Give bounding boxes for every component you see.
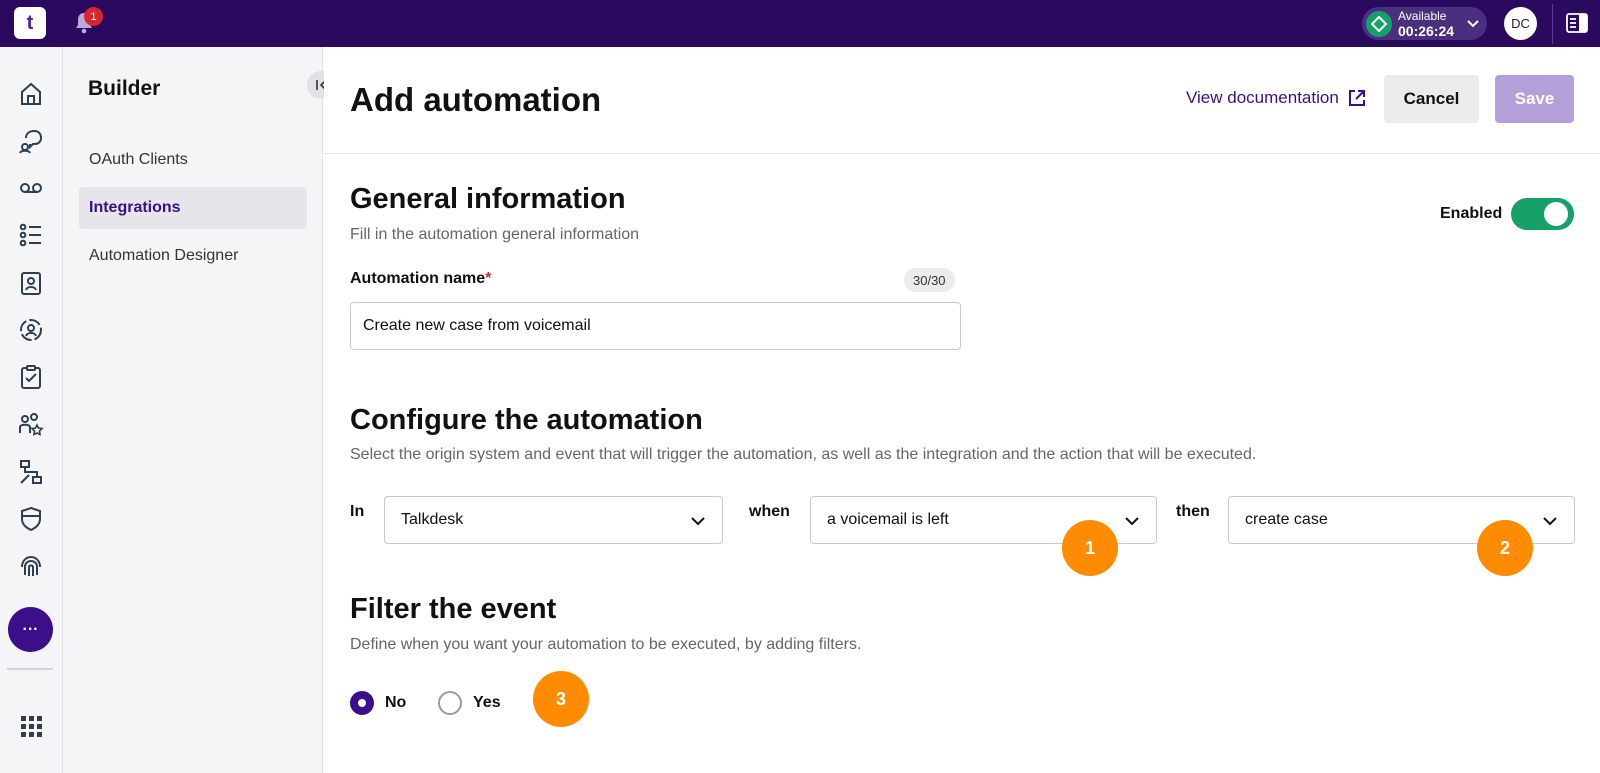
enabled-toggle[interactable] (1511, 198, 1574, 230)
automation-name-input[interactable] (350, 302, 961, 350)
sidebar-item-oauth-clients[interactable]: OAuth Clients (79, 139, 307, 181)
chevron-down-icon (691, 517, 705, 526)
filter-option-yes[interactable]: Yes (438, 691, 501, 715)
conversations-icon[interactable] (18, 128, 44, 154)
agent-status-selector[interactable]: Available 00:26:24 (1362, 7, 1487, 40)
status-label: Available (1398, 9, 1447, 23)
sidebar-title: Builder (88, 77, 161, 100)
main-content: Add automation View documentation Cancel… (324, 47, 1600, 773)
available-status-icon (1366, 11, 1392, 37)
home-icon[interactable] (18, 81, 44, 107)
avatar[interactable]: DC (1504, 7, 1537, 40)
sidebar-item-label: Integrations (89, 199, 181, 216)
external-link-icon (1348, 90, 1365, 106)
enabled-label: Enabled (1440, 205, 1503, 222)
view-documentation-link[interactable]: View documentation (1186, 88, 1367, 108)
action-value: create case (1245, 511, 1328, 528)
chevron-down-icon (1125, 517, 1139, 526)
origin-system-value: Talkdesk (401, 511, 464, 528)
step-marker-3: 3 (533, 671, 589, 727)
origin-system-select[interactable]: Talkdesk (384, 496, 723, 544)
filter-section-title: Filter the event (350, 593, 557, 625)
talkdesk-logo[interactable]: t (14, 7, 46, 39)
fingerprint-icon[interactable] (18, 553, 44, 579)
configure-section-subtitle: Select the origin system and event that … (350, 446, 1257, 463)
topbar-divider (1552, 4, 1553, 44)
in-label: In (350, 503, 365, 520)
notification-badge: 1 (84, 7, 103, 26)
character-counter: 30/30 (904, 268, 955, 292)
then-label: then (1176, 503, 1210, 520)
step-marker-1: 1 (1062, 520, 1118, 576)
list-icon[interactable] (18, 222, 44, 248)
rail-divider (7, 668, 53, 670)
doc-link-label: View documentation (1186, 88, 1339, 107)
cancel-button[interactable]: Cancel (1384, 75, 1479, 123)
filter-section-subtitle: Define when you want your automation to … (350, 636, 862, 653)
automation-name-label: Automation name* (350, 270, 492, 287)
sidebar-item-label: Automation Designer (89, 247, 239, 264)
workflow-icon[interactable] (18, 459, 44, 485)
configure-section-title: Configure the automation (350, 404, 703, 436)
app-grid-icon[interactable] (18, 713, 44, 739)
contacts-icon[interactable] (18, 270, 44, 296)
save-button[interactable]: Save (1495, 75, 1574, 123)
header-divider (324, 153, 1600, 154)
toggle-knob (1544, 202, 1568, 226)
chevron-down-icon (1543, 517, 1557, 526)
sidebar-item-integrations[interactable]: Integrations (79, 187, 307, 229)
tasks-icon[interactable] (18, 364, 44, 390)
teams-icon[interactable] (18, 411, 44, 437)
general-section-title: General information (350, 183, 626, 215)
required-marker: * (485, 270, 492, 287)
radio-label: Yes (473, 694, 501, 711)
chevron-down-icon (1467, 20, 1479, 28)
radio-label: No (385, 694, 407, 711)
top-bar: t 1 Available 00:26:24 DC (0, 0, 1600, 47)
page-title: Add automation (350, 81, 602, 118)
more-apps-button[interactable]: ··· (8, 607, 53, 652)
trigger-event-value: a voicemail is left (827, 511, 949, 528)
sidebar-item-automation-designer[interactable]: Automation Designer (79, 235, 307, 277)
radio-checked-icon (350, 691, 374, 715)
radio-unchecked-icon (438, 691, 462, 715)
builder-sidebar: Builder OAuth Clients Integrations Autom… (63, 47, 335, 773)
shield-icon[interactable] (18, 506, 44, 532)
general-section-subtitle: Fill in the automation general informati… (350, 226, 640, 243)
voicemail-icon[interactable] (18, 175, 44, 201)
agent-icon[interactable] (18, 317, 44, 343)
step-marker-2: 2 (1477, 520, 1533, 576)
filter-option-no[interactable]: No (350, 691, 406, 715)
when-label: when (749, 503, 790, 520)
status-timer: 00:26:24 (1398, 23, 1455, 39)
sidebar-item-label: OAuth Clients (89, 151, 188, 168)
app-rail: ··· (0, 47, 63, 773)
side-panel-icon[interactable] (1566, 12, 1588, 34)
